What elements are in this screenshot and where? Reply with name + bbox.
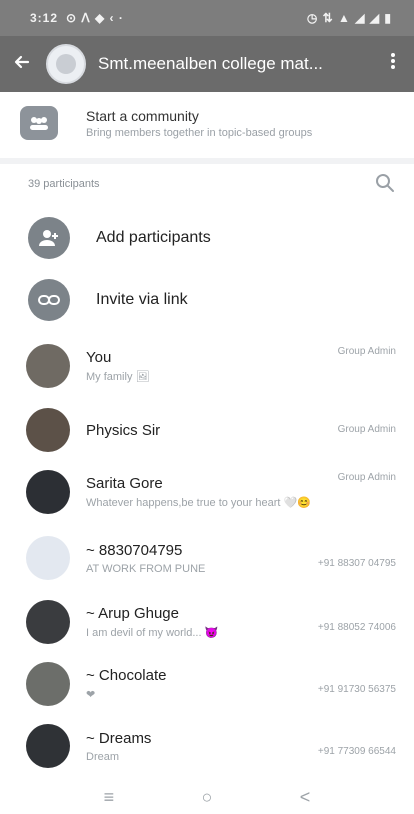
group-avatar[interactable] — [46, 44, 86, 84]
system-nav-bar: ≡ ○ < — [0, 780, 414, 814]
status-right-icons: ◷ ⇅ ▲ ◢ ◢ ▮ — [306, 11, 392, 25]
member-about: My family 🖼 — [86, 371, 150, 383]
member-avatar — [26, 470, 70, 514]
admin-badge: Group Admin — [337, 424, 396, 435]
member-avatar — [26, 408, 70, 452]
member-row[interactable]: ~ Arup Ghuge I am devil of my world... 😈… — [0, 592, 414, 652]
member-phone: +91 91730 56375 — [317, 684, 396, 695]
invite-link-label: Invite via link — [96, 291, 188, 308]
search-icon[interactable] — [374, 172, 396, 194]
member-name: ~ Chocolate — [86, 667, 167, 684]
member-name: ~ Arup Ghuge — [86, 605, 179, 622]
community-title: Start a community — [86, 107, 199, 124]
add-participants-label: Add participants — [96, 229, 211, 246]
group-header: Smt.meenalben college mat... — [0, 36, 414, 92]
link-icon — [28, 279, 70, 321]
status-bar: 3:12 ⊙ ᐱ ◆ ‹ · ◷ ⇅ ▲ ◢ ◢ ▮ — [0, 0, 414, 36]
status-left-icons: ⊙ ᐱ ◆ ‹ · — [66, 11, 124, 25]
member-row[interactable]: Sarita Gore Whatever happens,be true to … — [0, 462, 414, 522]
member-row[interactable]: ~ Chocolate ❤ +91 91730 56375 — [0, 654, 414, 714]
member-name: ~ Dreams — [86, 729, 152, 747]
start-community-row[interactable]: Start a community Bring members together… — [0, 92, 414, 154]
member-about: Whatever happens,be true to your heart 🤍… — [86, 497, 311, 509]
admin-badge: Group Admin — [337, 472, 396, 483]
arrow-left-icon[interactable] — [12, 52, 40, 76]
status-time: 3:12 — [30, 11, 59, 25]
member-row[interactable]: Physics Sir Group Admin — [0, 400, 414, 460]
member-phone: +91 88307 04795 — [317, 558, 396, 569]
admin-badge: Group Admin — [337, 346, 396, 357]
recent-apps-icon[interactable]: ≡ — [104, 787, 115, 808]
member-avatar — [26, 536, 70, 580]
community-subtitle: Bring members together in topic-based gr… — [86, 126, 313, 139]
member-avatar — [26, 662, 70, 706]
section-divider — [0, 158, 414, 164]
member-avatar — [26, 724, 70, 768]
participant-count: 39 participants — [28, 178, 100, 190]
member-avatar — [26, 344, 70, 388]
group-title[interactable]: Smt.meenalben college mat... — [98, 54, 384, 74]
member-row[interactable]: You My family 🖼 Group Admin — [0, 336, 414, 396]
member-avatar — [26, 600, 70, 644]
add-person-icon — [28, 217, 70, 259]
kebab-icon[interactable] — [384, 51, 402, 77]
member-row[interactable]: ~ Dreams Dream +91 77309 66544 — [0, 716, 414, 776]
invite-link-button[interactable]: Invite via link — [0, 270, 414, 330]
add-participants-button[interactable]: Add participants — [0, 208, 414, 268]
member-phone: +91 88052 74006 — [317, 622, 396, 633]
community-icon — [20, 106, 58, 140]
member-name: ~ 8830704795 — [86, 541, 183, 559]
member-row[interactable]: ~ 8830704795 AT WORK FROM PUNE +91 88307… — [0, 528, 414, 588]
member-phone: +91 77309 66544 — [317, 746, 396, 757]
home-icon[interactable]: ○ — [202, 787, 213, 808]
back-icon[interactable]: < — [300, 787, 311, 808]
